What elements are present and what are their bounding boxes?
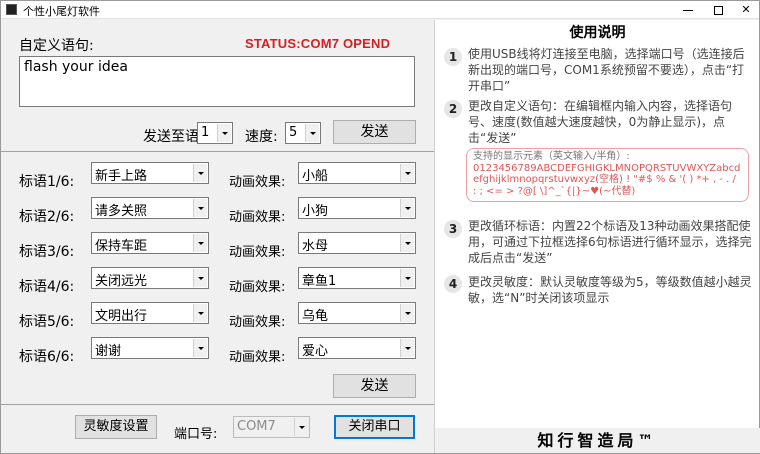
slogan-select[interactable]: 保持车距 — [91, 232, 209, 254]
minimize-icon — [683, 9, 693, 11]
slogan-value: 文明出行 — [95, 309, 148, 324]
step-number: 1 — [444, 48, 462, 66]
effect-value: 章鱼1 — [302, 274, 337, 289]
chevron-down-icon — [400, 304, 414, 322]
slot-select[interactable]: 1 — [197, 122, 233, 144]
chevron-down-icon — [305, 124, 319, 142]
slogan-value: 请多关照 — [95, 204, 148, 219]
chevron-down-icon — [400, 269, 414, 287]
step-text: 使用USB线将灯连接至电脑，选择端口号（选连接后新出现的端口号，COM1系统预留… — [468, 47, 745, 93]
app-window: 个性小尾灯软件 ✕ 自定义语句: STATUS:COM7 OPEND flash… — [0, 0, 760, 454]
chevron-down-icon — [193, 234, 207, 252]
chevron-down-icon — [400, 234, 414, 252]
effect-label: 动画效果: — [229, 280, 286, 295]
port-label: 端口号: — [174, 427, 218, 442]
divider — [1, 404, 434, 405]
maximize-icon — [713, 5, 723, 15]
effect-select[interactable]: 爱心 — [298, 337, 416, 359]
effect-value: 乌龟 — [302, 309, 329, 324]
chevron-down-icon — [294, 418, 308, 436]
step-text: 更改灵敏度：默认灵敏度等级为5，等级数值越小越灵敏，选“N”时关闭该项显示 — [468, 275, 752, 305]
maximize-button[interactable] — [703, 1, 733, 19]
help-panel: 使用说明 1 使用USB线将灯连接至电脑，选择端口号（选连接后新出现的端口号，C… — [434, 20, 760, 453]
slogan-select[interactable]: 文明出行 — [91, 302, 209, 324]
step-text: 更改自定义语句：在编辑框内输入内容，选择语句号、速度(数值越大速度越快，0为静止… — [468, 99, 733, 145]
step-number: 2 — [444, 100, 462, 118]
minimize-button[interactable] — [673, 1, 703, 19]
control-panel: 自定义语句: STATUS:COM7 OPEND flash your idea… — [1, 20, 434, 453]
slogan-select[interactable]: 新手上路 — [91, 162, 209, 184]
charset-chars: 0123456789ABCDEFGHIGKLMNOPQRSTUVWXYZabcd… — [473, 162, 741, 197]
chevron-down-icon — [400, 164, 414, 182]
slogan-label: 标语4/6: — [19, 279, 75, 295]
effect-label: 动画效果: — [229, 175, 286, 190]
slogan-select[interactable]: 请多关照 — [91, 197, 209, 219]
chevron-down-icon — [193, 269, 207, 287]
divider — [1, 151, 434, 152]
step-number: 3 — [444, 220, 462, 238]
port-select[interactable]: COM7 — [233, 416, 310, 438]
effect-value: 小狗 — [302, 204, 329, 219]
chevron-down-icon — [193, 304, 207, 322]
speed-select-value: 5 — [289, 125, 298, 140]
effect-value: 小船 — [302, 169, 329, 184]
chevron-down-icon — [217, 124, 231, 142]
chevron-down-icon — [400, 199, 414, 217]
sensitivity-button[interactable]: 灵敏度设置 — [75, 415, 157, 439]
effect-label: 动画效果: — [229, 315, 286, 330]
charset-title: 支持的显示元素（英文输入/半角）: — [473, 151, 630, 162]
chevron-down-icon — [193, 164, 207, 182]
custom-text-label: 自定义语句: — [19, 38, 94, 54]
speed-select[interactable]: 5 — [285, 122, 321, 144]
effect-label: 动画效果: — [229, 210, 286, 225]
effect-value: 爱心 — [302, 344, 329, 359]
port-select-value: COM7 — [237, 419, 276, 434]
brand-label: 知行智造局™ — [435, 428, 760, 453]
slogan-value: 保持车距 — [95, 239, 148, 254]
effect-select[interactable]: 章鱼1 — [298, 267, 416, 289]
step-text: 更改循环标语：内置22个标语及13种动画效果搭配使用，可通过下拉框选择6句标语进… — [468, 219, 752, 265]
effect-select[interactable]: 水母 — [298, 232, 416, 254]
effect-label: 动画效果: — [229, 350, 286, 365]
slogan-label: 标语6/6: — [19, 349, 75, 365]
custom-text-input[interactable]: flash your idea — [19, 56, 415, 107]
charset-box: 支持的显示元素（英文输入/半角）: 0123456789ABCDEFGHIGKL… — [466, 148, 749, 202]
slogan-label: 标语3/6: — [19, 244, 75, 260]
effect-value: 水母 — [302, 239, 329, 254]
slogan-value: 新手上路 — [95, 169, 148, 184]
slogan-value: 关闭远光 — [95, 274, 148, 289]
slogan-label: 标语1/6: — [19, 174, 75, 190]
slogan-value: 谢谢 — [95, 344, 122, 359]
effect-select[interactable]: 小船 — [298, 162, 416, 184]
effect-select[interactable]: 乌龟 — [298, 302, 416, 324]
slogan-label: 标语2/6: — [19, 209, 75, 225]
slot-select-value: 1 — [201, 125, 210, 140]
chevron-down-icon — [193, 199, 207, 217]
speed-label: 速度: — [245, 129, 278, 145]
slogan-select[interactable]: 关闭远光 — [91, 267, 209, 289]
chevron-down-icon — [400, 339, 414, 357]
help-title: 使用说明 — [569, 25, 626, 41]
status-text: STATUS:COM7 OPEND — [245, 36, 391, 51]
close-button[interactable]: ✕ — [731, 1, 760, 19]
effect-label: 动画效果: — [229, 245, 286, 260]
chevron-down-icon — [193, 339, 207, 357]
close-port-button[interactable]: 关闭串口 — [334, 415, 415, 439]
effect-select[interactable]: 小狗 — [298, 197, 416, 219]
window-title: 个性小尾灯软件 — [23, 5, 100, 18]
step-number: 4 — [444, 275, 462, 293]
slogan-label: 标语5/6: — [19, 314, 75, 330]
send-slogans-button[interactable]: 发送 — [333, 374, 416, 398]
slogan-select[interactable]: 谢谢 — [91, 337, 209, 359]
send-custom-button[interactable]: 发送 — [333, 120, 416, 144]
app-icon — [6, 4, 17, 15]
title-bar[interactable]: 个性小尾灯软件 ✕ — [1, 1, 759, 19]
